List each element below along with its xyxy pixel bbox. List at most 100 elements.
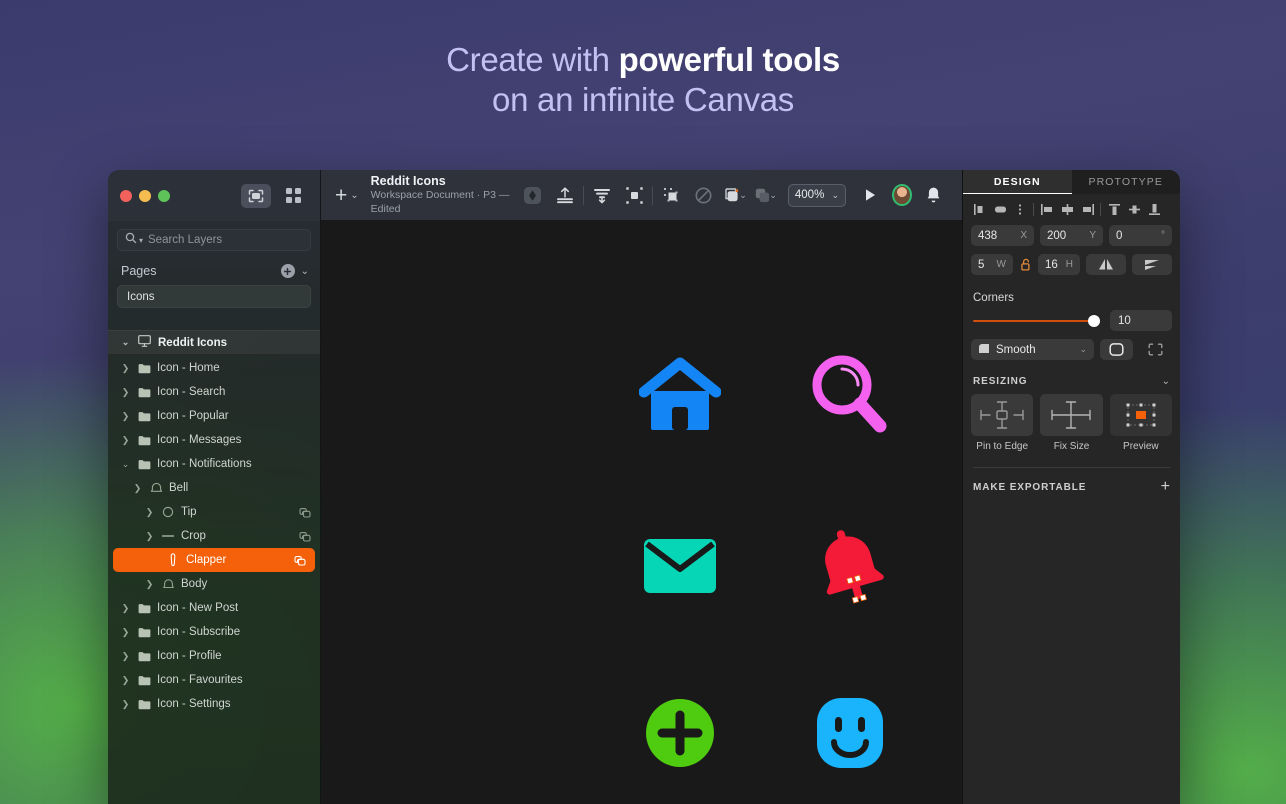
tab-design[interactable]: DESIGN	[963, 170, 1072, 194]
canvas-icon-home[interactable]	[620, 334, 740, 454]
make-exportable-row[interactable]: MAKE EXPORTABLE +	[963, 468, 1180, 495]
layer-row[interactable]: ❯ Icon - New Post	[108, 596, 320, 620]
play-icon[interactable]	[854, 178, 886, 212]
search-scope-caret-icon[interactable]: ▾	[139, 236, 143, 245]
artboard-row-reddit-icons[interactable]: ⌄ Reddit Icons	[108, 330, 320, 355]
proportion-lock-icon[interactable]	[1019, 254, 1032, 275]
align-center-icon[interactable]	[1057, 201, 1077, 218]
tab-prototype[interactable]: PROTOTYPE	[1072, 170, 1181, 194]
user-avatar[interactable]	[892, 184, 912, 206]
add-page-button[interactable]	[280, 264, 295, 278]
close-window-button[interactable]	[120, 189, 132, 202]
boolean-icon[interactable]	[655, 178, 687, 212]
rounded-rect-icon[interactable]	[1100, 339, 1133, 360]
layer-row[interactable]: ❯ Tip	[108, 500, 320, 524]
artboard-twisty-icon[interactable]: ⌄	[120, 337, 131, 348]
custom-corner-icon[interactable]	[1139, 339, 1172, 360]
flip-vertical-icon[interactable]	[1132, 254, 1172, 275]
layer-row[interactable]: ❯ Body	[108, 572, 320, 596]
align-left-icon[interactable]	[1037, 201, 1057, 218]
layer-row[interactable]: ❯ Icon - Home	[108, 356, 320, 380]
design-canvas[interactable]	[321, 221, 962, 804]
twisty-collapsed-icon[interactable]: ❯	[120, 411, 131, 422]
canvas-view-toggle[interactable]	[241, 183, 271, 208]
twisty-collapsed-icon[interactable]: ❯	[120, 627, 131, 638]
canvas-icon-search[interactable]	[790, 334, 910, 454]
align-bottom-inspector-icon[interactable]	[1144, 201, 1164, 218]
twisty-collapsed-icon[interactable]: ❯	[120, 675, 131, 686]
twisty-collapsed-icon[interactable]: ❯	[120, 435, 131, 446]
canvas-icon-bell[interactable]	[790, 506, 910, 626]
twisty-collapsed-icon[interactable]: ❯	[144, 507, 155, 518]
twisty-collapsed-icon[interactable]: ❯	[120, 603, 131, 614]
symbol-caret-icon[interactable]: ⌄	[769, 190, 777, 201]
corners-slider[interactable]	[973, 314, 1100, 328]
symbol-link-icon[interactable]	[299, 507, 311, 518]
notifications-bell-icon[interactable]	[918, 178, 950, 212]
twisty-expanded-icon[interactable]: ⌄	[120, 459, 131, 470]
layer-row[interactable]: ❯ Icon - Popular	[108, 404, 320, 428]
twisty-collapsed-icon[interactable]: ❯	[132, 483, 143, 494]
rotation-field[interactable]: 0 °	[1109, 225, 1172, 246]
pages-collapse-icon[interactable]: ⌄	[301, 266, 309, 277]
corner-style-select[interactable]: Smooth ⌄	[971, 339, 1094, 360]
resize-option-pin-to-edge[interactable]: Pin to Edge	[971, 394, 1034, 452]
page-item-icons[interactable]: Icons	[117, 285, 311, 308]
align-middle-icon[interactable]	[1124, 201, 1144, 218]
canvas-icon-profile[interactable]	[790, 673, 910, 793]
layer-row[interactable]: ❯ Icon - Favourites	[108, 668, 320, 692]
resize-option-preview[interactable]: Preview	[1109, 394, 1172, 452]
distribute-horizontal-icon[interactable]	[1010, 201, 1030, 218]
layer-row[interactable]: ⌄ Icon - Notifications	[108, 452, 320, 476]
align-bottom-icon[interactable]	[549, 178, 581, 212]
twisty-collapsed-icon[interactable]: ❯	[120, 699, 131, 710]
align-right-icon[interactable]	[1077, 201, 1097, 218]
insert-button[interactable]: +	[335, 185, 350, 206]
shape-caret-icon[interactable]: ⌄	[739, 190, 747, 201]
minimize-window-button[interactable]	[139, 189, 151, 202]
layer-row[interactable]: ❯ Bell	[108, 476, 320, 500]
flip-horizontal-icon[interactable]	[1086, 254, 1126, 275]
height-field[interactable]: 16 H	[1038, 254, 1080, 275]
zoom-select[interactable]: 400% ⌄	[787, 183, 847, 207]
mask-icon[interactable]	[516, 178, 548, 212]
twisty-collapsed-icon[interactable]: ❯	[120, 363, 131, 374]
corners-value-field[interactable]: 10	[1110, 310, 1172, 331]
layer-row[interactable]: ❯ Icon - Messages	[108, 428, 320, 452]
resize-option-fix-size[interactable]: Fix Size	[1040, 394, 1103, 452]
zoom-window-button[interactable]	[158, 189, 170, 202]
scale-icon[interactable]	[618, 178, 650, 212]
corners-slider-knob[interactable]	[1088, 314, 1100, 327]
resizing-header[interactable]: RESIZING ⌄	[963, 360, 1180, 394]
distribute-icon[interactable]	[586, 178, 618, 212]
layer-row[interactable]: ❯ Icon - Profile	[108, 644, 320, 668]
layer-row[interactable]: ❯ Icon - Subscribe	[108, 620, 320, 644]
align-top-icon[interactable]	[1104, 201, 1124, 218]
add-export-icon[interactable]: +	[1161, 479, 1170, 495]
y-field[interactable]: 200 Y	[1040, 225, 1103, 246]
insert-caret-icon[interactable]: ⌄	[350, 190, 370, 201]
layer-row[interactable]: ❯ Icon - Settings	[108, 692, 320, 716]
twisty-collapsed-icon[interactable]: ❯	[144, 531, 155, 542]
grid-view-toggle[interactable]	[278, 184, 308, 208]
search-layers-input[interactable]: ▾ Search Layers	[117, 229, 311, 251]
canvas-icon-messages[interactable]	[620, 506, 740, 626]
layer-tree[interactable]: ❯ Icon - Home ❯ Icon - Search ❯ Icon - Popula…	[108, 355, 320, 804]
layer-row[interactable]: ❯ Crop	[108, 524, 320, 548]
canvas-icon-subscribe[interactable]	[620, 673, 740, 793]
twisty-collapsed-icon[interactable]: ❯	[120, 387, 131, 398]
align-left-edges-icon[interactable]	[970, 201, 990, 218]
layer-row[interactable]: Clapper	[113, 548, 315, 572]
layer-row[interactable]: ❯ Icon - Search	[108, 380, 320, 404]
align-horizontal-center-icon[interactable]	[990, 201, 1010, 218]
width-field[interactable]: 5W	[971, 254, 1013, 275]
chevron-down-icon[interactable]: ⌄	[832, 190, 840, 201]
symbol-link-icon[interactable]	[294, 555, 306, 566]
chevron-down-icon[interactable]: ⌄	[1162, 376, 1170, 387]
chevron-down-icon[interactable]: ⌄	[1079, 344, 1087, 355]
rotate-copy-icon[interactable]	[688, 178, 720, 212]
twisty-collapsed-icon[interactable]: ❯	[120, 651, 131, 662]
twisty-collapsed-icon[interactable]: ❯	[144, 579, 155, 590]
x-field[interactable]: 438 X	[971, 225, 1034, 246]
symbol-link-icon[interactable]	[299, 531, 311, 542]
